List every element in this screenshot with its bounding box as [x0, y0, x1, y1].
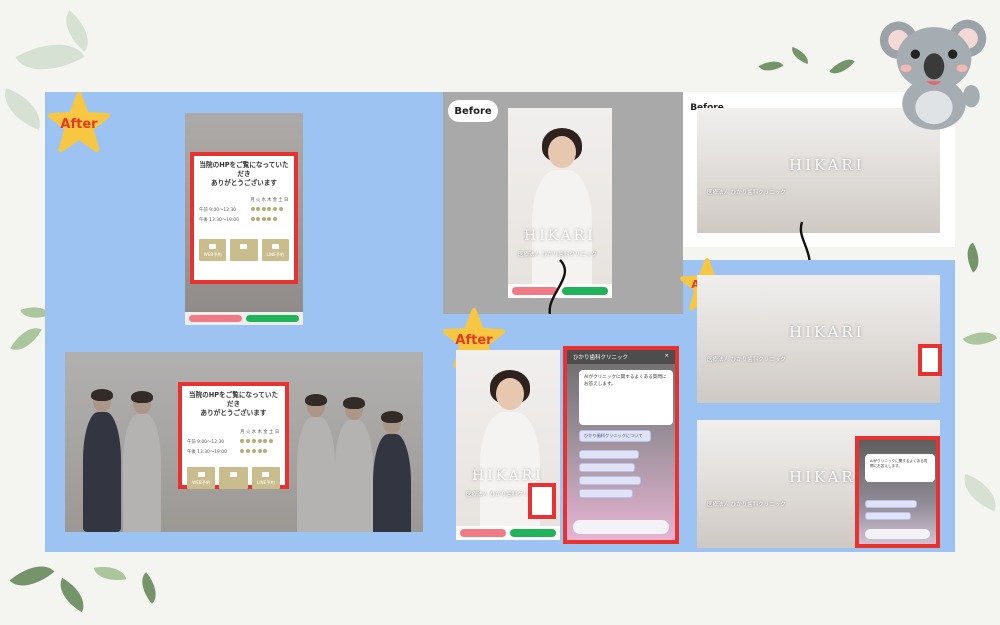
hours-table: 月火水 木金土日 午前 9:00〜12:30 午後 13:30〜19:00: [199, 197, 289, 223]
reservation-popup-phone: 当院のHPをご覧になっていただき ありがとうございます 月火水 木金土日 午前 9…: [190, 152, 298, 284]
reservation-popup-desktop: 当院のHPをご覧になっていただき ありがとうございます 月火水 木金土日 午前 9…: [178, 382, 289, 489]
chat-launcher-highlight[interactable]: [528, 483, 556, 519]
chat-launcher-highlight[interactable]: [918, 344, 942, 376]
chat-bubble: AIがクリニックに関するよくある質問にお答えします。: [865, 454, 935, 482]
reserve-bar-button[interactable]: [189, 315, 242, 322]
line-bar-button[interactable]: [510, 529, 556, 537]
popup-title: 当院のHPをご覧になっていただき ありがとうございます: [199, 161, 289, 188]
line-bar-button[interactable]: [246, 315, 299, 322]
after-label: After: [60, 116, 98, 132]
brand-logo: HIKARI: [789, 323, 865, 341]
brand-logo: HIKARI: [472, 468, 544, 484]
chat-option[interactable]: [579, 476, 641, 485]
hours-table: 月火水 木金土日 午前 9:00〜12:30 午後 13:30〜19:00: [187, 429, 280, 455]
chat-option[interactable]: [579, 450, 639, 459]
brand-logo: HIKARI: [789, 468, 865, 486]
ai-chat-panel-desktop: AIがクリニックに関するよくある質問にお答えします。: [855, 436, 940, 548]
popup-title: 当院のHPをご覧になっていただき ありがとうございます: [188, 391, 279, 418]
after-label: After: [455, 332, 493, 348]
desktop-screenshot-after-button: HIKARI 医療法人 ひかり歯科クリニック: [697, 275, 940, 403]
phone-button[interactable]: [219, 466, 248, 489]
chat-bubble: AIがクリニックに関するよくある質問にお答えします。: [579, 370, 673, 425]
chat-input[interactable]: [573, 520, 669, 534]
chat-option[interactable]: ひかり歯科クリニックについて: [579, 430, 651, 442]
chat-option[interactable]: [579, 463, 635, 472]
web-reserve-button[interactable]: WEB予約: [187, 466, 216, 489]
phone-bottom-bar: [185, 312, 303, 325]
chat-option[interactable]: [579, 489, 633, 498]
chat-input[interactable]: [865, 529, 930, 539]
chat-header: ひかり歯科クリニック ×: [567, 350, 675, 364]
brand-logo: HIKARI: [789, 156, 865, 174]
line-reserve-button[interactable]: LINE予約: [261, 238, 289, 261]
reserve-bar-button[interactable]: [460, 529, 506, 537]
phone-button[interactable]: [230, 238, 258, 261]
phone-bottom-bar: [456, 526, 560, 540]
chat-option[interactable]: [865, 512, 911, 520]
web-reserve-button[interactable]: WEB予約: [199, 238, 227, 261]
line-reserve-button[interactable]: LINE予約: [251, 466, 280, 489]
chat-option[interactable]: [865, 500, 917, 508]
before-label: Before: [448, 100, 498, 122]
brand-logo: HIKARI: [524, 228, 596, 244]
close-icon[interactable]: ×: [664, 353, 669, 361]
koala-mascot: [879, 19, 987, 130]
ai-chat-panel: ひかり歯科クリニック × AIがクリニックに関するよくある質問にお答えします。 ひ…: [563, 346, 679, 544]
